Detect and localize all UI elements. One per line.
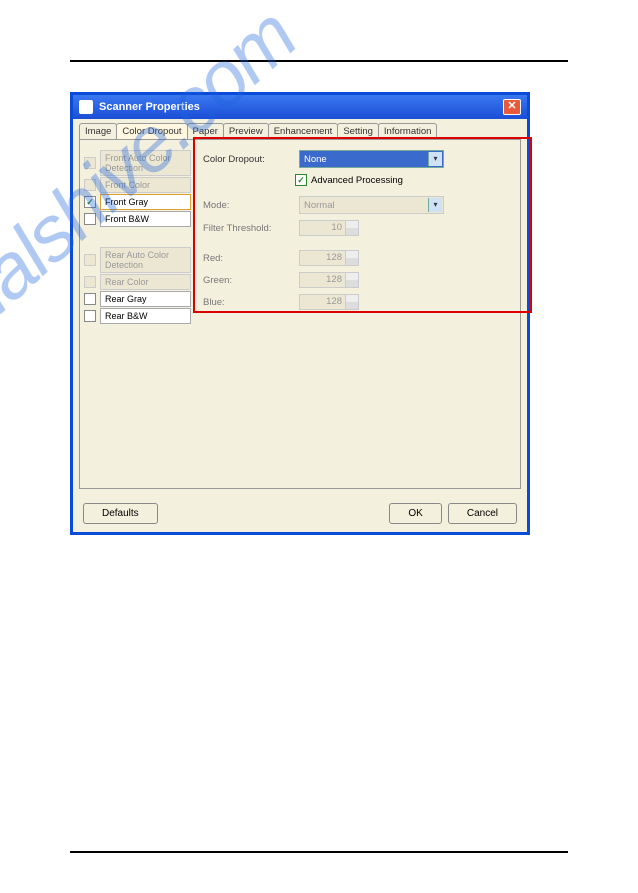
mode-label: Mode: — [203, 200, 293, 211]
rear-group: Rear Auto Color Detection Rear Color Rea… — [84, 247, 191, 324]
defaults-button[interactable]: Defaults — [83, 503, 158, 524]
scanner-properties-dialog: Scanner Properties ✕ Image Color Dropout… — [70, 92, 530, 535]
sidebar-rear-gray: Rear Gray — [84, 291, 191, 307]
blue-label: Blue: — [203, 297, 293, 308]
row-filter-threshold: Filter Threshold: 10 — [203, 220, 512, 236]
titlebar: Scanner Properties ✕ — [73, 95, 527, 119]
row-blue: Blue: 128 — [203, 294, 512, 310]
sidebar-front-bw: Front B&W — [84, 211, 191, 227]
top-rule — [70, 60, 568, 62]
main-pane: Color Dropout: None ▾ ✓ Advanced Process… — [195, 140, 520, 488]
row-mode: Mode: Normal ▾ — [203, 196, 512, 214]
sidebar-rear-auto: Rear Auto Color Detection — [84, 247, 191, 273]
app-icon — [79, 100, 93, 114]
red-label: Red: — [203, 253, 293, 264]
sidebar-front-color: Front Color — [84, 177, 191, 193]
checkbox[interactable] — [84, 293, 96, 305]
checkbox[interactable] — [84, 254, 96, 266]
row-advanced-processing: ✓ Advanced Processing — [295, 174, 512, 186]
filter-threshold-input: 10 — [299, 220, 359, 236]
filter-threshold-label: Filter Threshold: — [203, 223, 293, 234]
chevron-down-icon: ▾ — [428, 152, 442, 166]
chevron-down-icon: ▾ — [428, 198, 442, 212]
close-button[interactable]: ✕ — [503, 99, 521, 115]
tab-strip: Image Color Dropout Paper Preview Enhanc… — [73, 119, 527, 139]
button-bar: Defaults OK Cancel — [73, 495, 527, 532]
red-input: 128 — [299, 250, 359, 266]
sidebar: Front Auto Color Detection Front Color ✓… — [80, 140, 195, 488]
row-red: Red: 128 — [203, 250, 512, 266]
checkbox[interactable]: ✓ — [84, 196, 96, 208]
tab-content: Front Auto Color Detection Front Color ✓… — [79, 139, 521, 489]
advanced-processing-checkbox[interactable]: ✓ — [295, 174, 307, 186]
checkbox[interactable] — [84, 157, 96, 169]
sidebar-front-auto: Front Auto Color Detection — [84, 150, 191, 176]
checkbox[interactable] — [84, 179, 96, 191]
sidebar-front-gray: ✓ Front Gray — [84, 194, 191, 210]
bottom-rule — [70, 851, 568, 853]
mode-select: Normal ▾ — [299, 196, 444, 214]
tab-paper[interactable]: Paper — [187, 123, 224, 139]
checkbox[interactable] — [84, 310, 96, 322]
green-label: Green: — [203, 275, 293, 286]
cancel-button[interactable]: Cancel — [448, 503, 517, 524]
row-color-dropout: Color Dropout: None ▾ — [203, 150, 512, 168]
tab-enhancement[interactable]: Enhancement — [268, 123, 339, 139]
tab-image[interactable]: Image — [79, 123, 117, 139]
green-input: 128 — [299, 272, 359, 288]
row-green: Green: 128 — [203, 272, 512, 288]
sidebar-rear-color: Rear Color — [84, 274, 191, 290]
front-group: Front Auto Color Detection Front Color ✓… — [84, 150, 191, 227]
advanced-processing-label: Advanced Processing — [311, 175, 403, 186]
color-dropout-select[interactable]: None ▾ — [299, 150, 444, 168]
tab-setting[interactable]: Setting — [337, 123, 379, 139]
checkbox[interactable] — [84, 213, 96, 225]
sidebar-rear-bw: Rear B&W — [84, 308, 191, 324]
checkbox[interactable] — [84, 276, 96, 288]
dialog-title: Scanner Properties — [99, 101, 200, 113]
tab-color-dropout[interactable]: Color Dropout — [116, 123, 187, 139]
settings-form: Color Dropout: None ▾ ✓ Advanced Process… — [195, 140, 520, 326]
color-dropout-label: Color Dropout: — [203, 154, 293, 165]
blue-input: 128 — [299, 294, 359, 310]
tab-preview[interactable]: Preview — [223, 123, 269, 139]
ok-button[interactable]: OK — [389, 503, 441, 524]
tab-information[interactable]: Information — [378, 123, 438, 139]
